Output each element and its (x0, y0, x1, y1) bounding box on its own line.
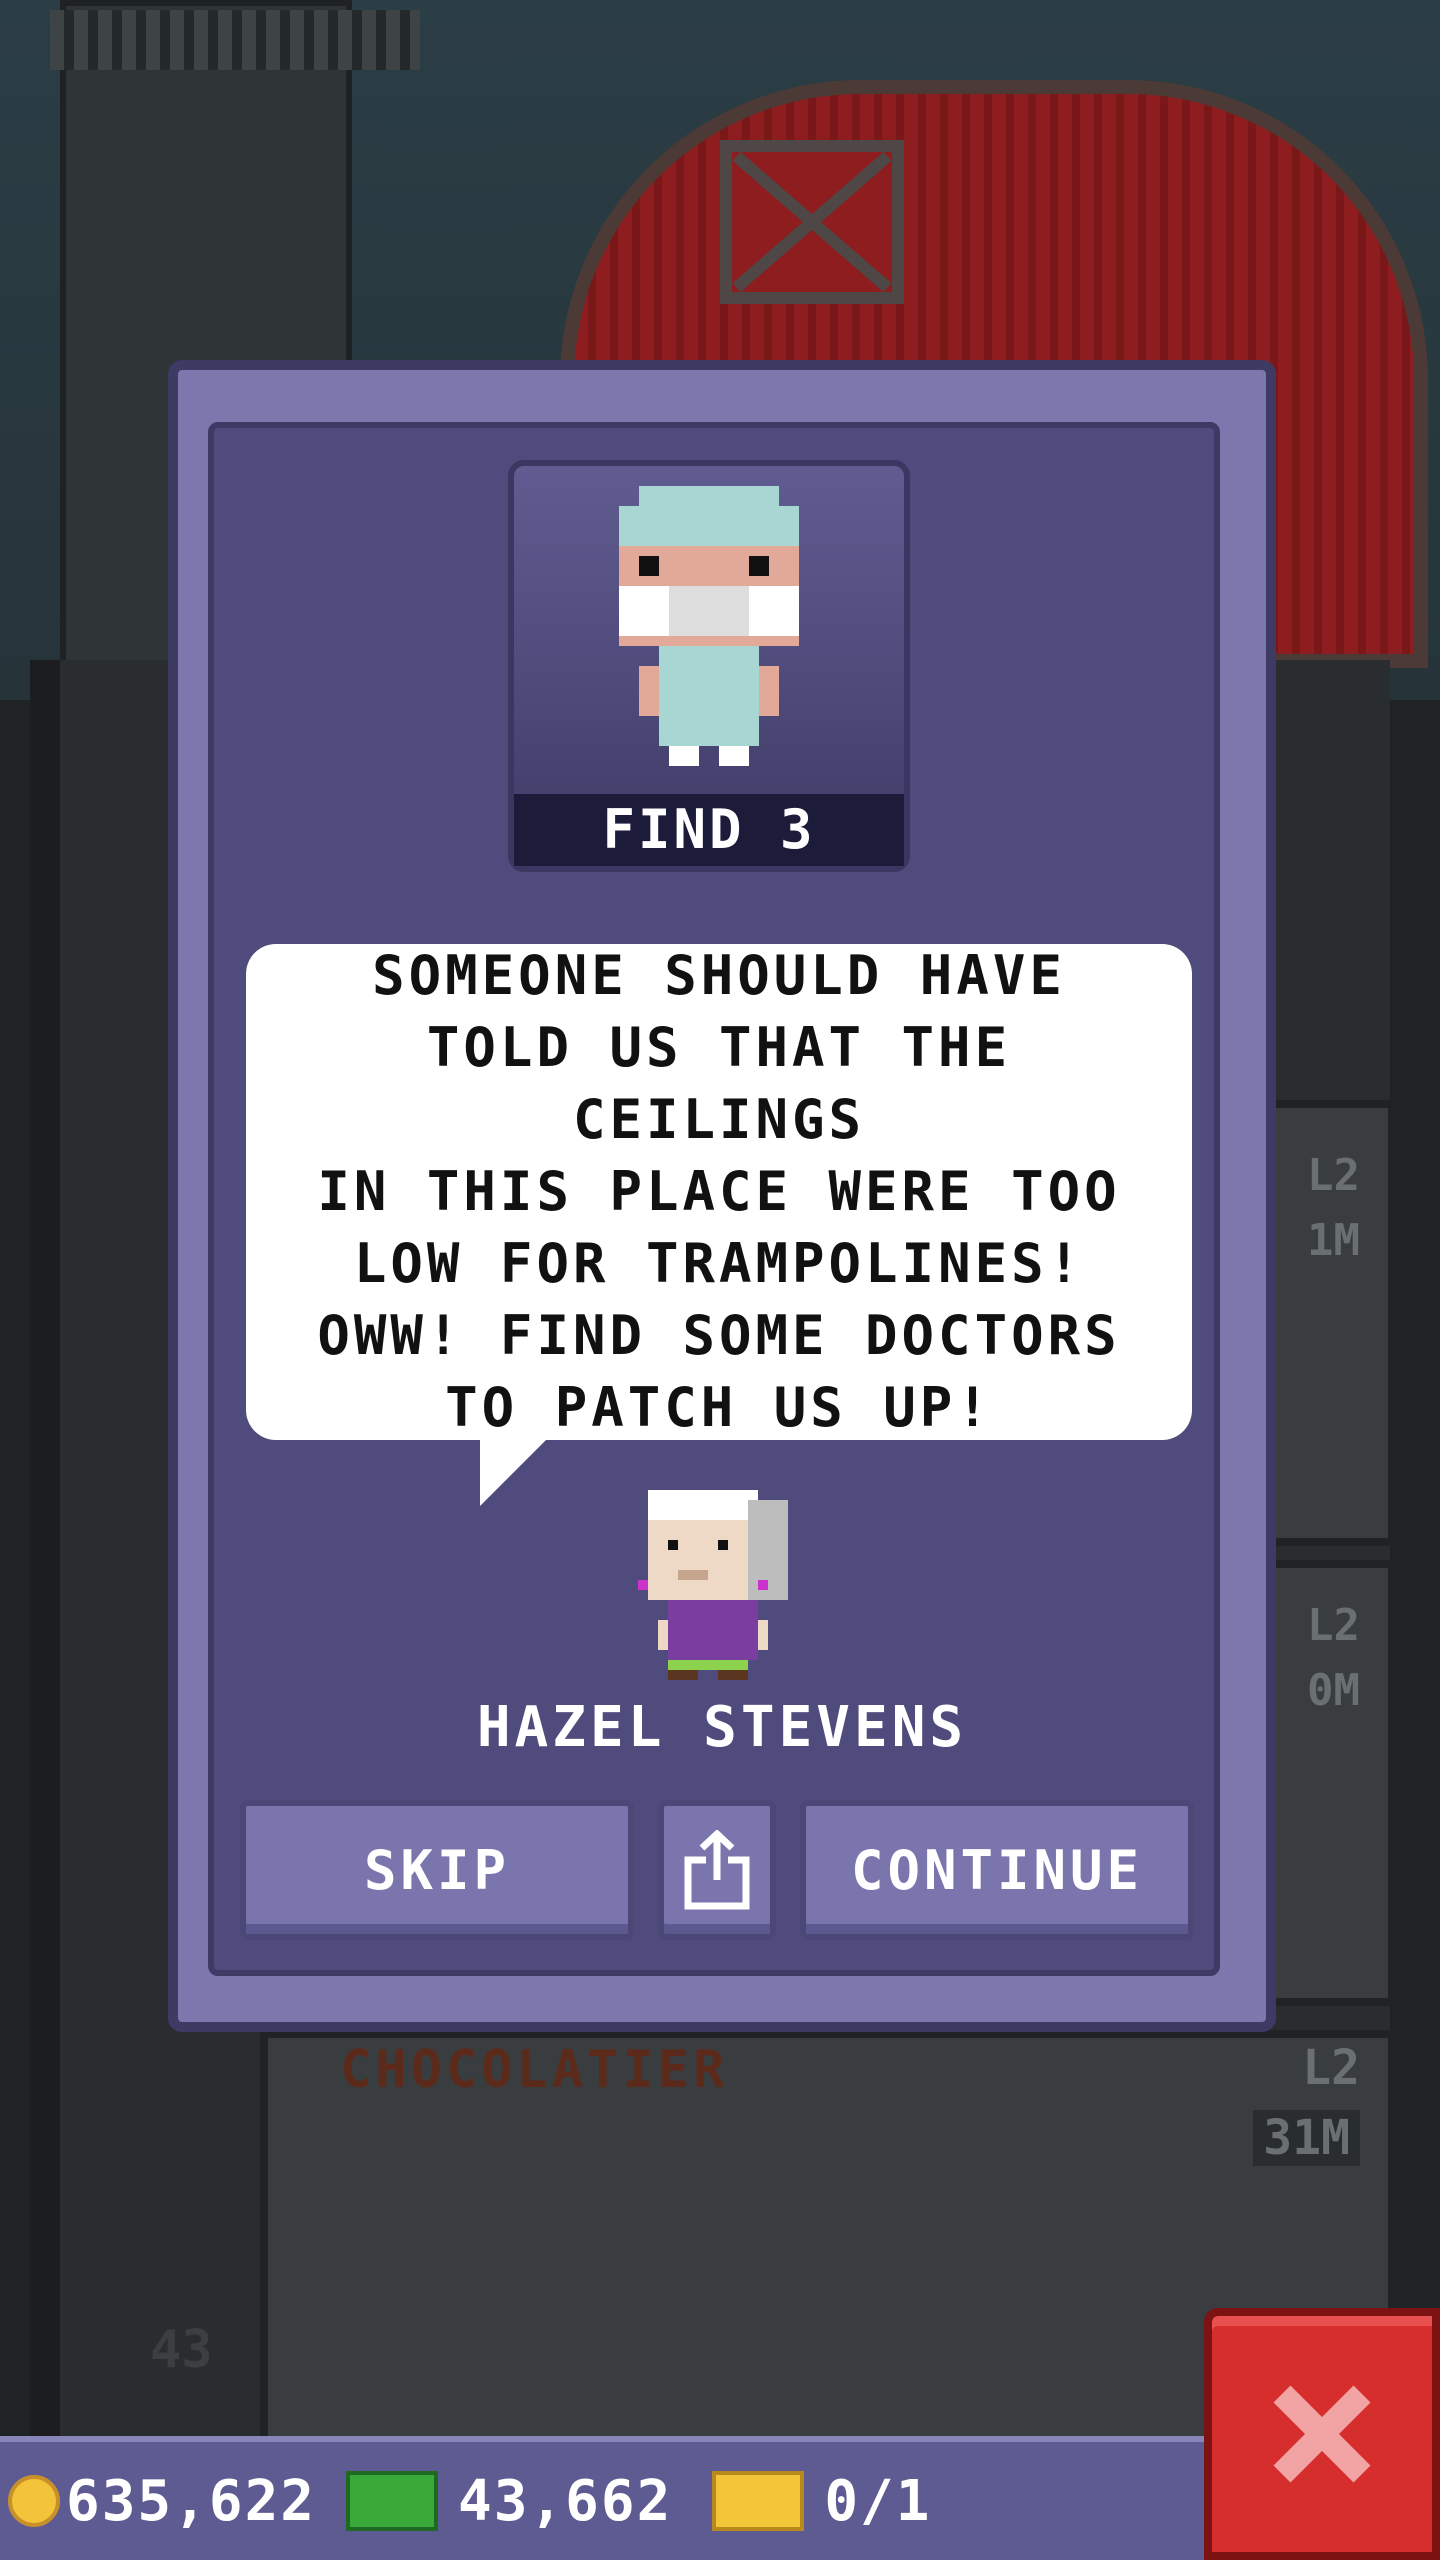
floor-level-label: L2 (1307, 1600, 1360, 1651)
npc-name: HAZEL STEVENS (476, 1695, 968, 1760)
ticket-count: 0/1 (824, 2468, 932, 2534)
coin-icon (8, 2475, 60, 2527)
floor-value-label: 0M (1307, 1665, 1360, 1716)
doctor-icon (619, 486, 799, 766)
close-button[interactable] (1204, 2308, 1440, 2560)
skip-button[interactable]: SKIP (240, 1800, 634, 1940)
coin-count: 635,622 (66, 2468, 317, 2534)
floor-level-label: L2 (1307, 1150, 1360, 1201)
currency-bar: 635,622 43,662 0/1 (0, 2436, 1204, 2560)
share-button[interactable] (658, 1800, 776, 1940)
speech-bubble-tail (480, 1436, 550, 1506)
speech-text: SOMEONE SHOULD HAVE TOLD US THAT THE CEI… (317, 944, 1121, 1439)
close-icon (1273, 2385, 1371, 2483)
hazel-stevens-icon (638, 1490, 788, 1680)
tower-railing (50, 10, 420, 70)
barn-door (720, 140, 904, 304)
shop-level: L2 (1302, 2040, 1360, 2096)
golden-ticket-icon (712, 2471, 805, 2531)
floor-value-label: 1M (1307, 1215, 1360, 1266)
speech-bubble: SOMEONE SHOULD HAVE TOLD US THAT THE CEI… (246, 944, 1192, 1440)
doctor-portrait: FIND 3 (508, 460, 910, 872)
find-count-label: FIND 3 (514, 794, 904, 866)
shop-value: 31M (1253, 2110, 1360, 2166)
shop-name: CHOCOLATIER (340, 2040, 729, 2100)
continue-button[interactable]: CONTINUE (800, 1800, 1194, 1940)
floor-number: 43 (150, 2320, 213, 2380)
share-icon (684, 1830, 750, 1910)
tower-bux-icon (346, 2471, 439, 2531)
bux-count: 43,662 (458, 2468, 673, 2534)
